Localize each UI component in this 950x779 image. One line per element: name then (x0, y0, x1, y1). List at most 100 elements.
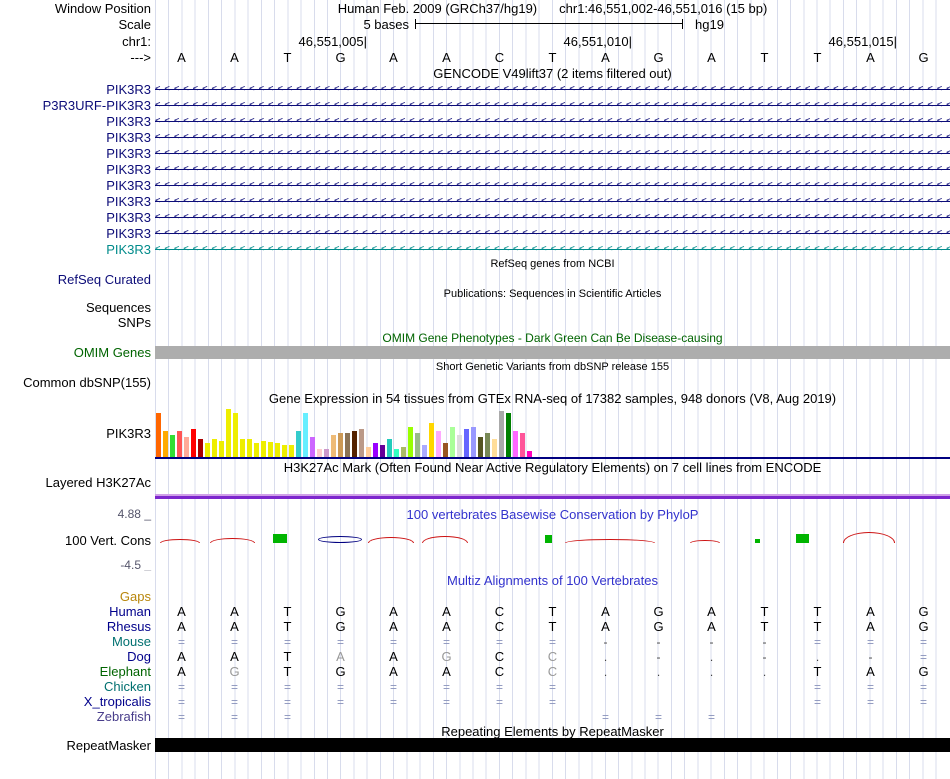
gtex-gene-label[interactable]: PIK3R3 (0, 407, 155, 459)
gene-label[interactable]: PIK3R3 (0, 113, 155, 129)
species-alignment-track[interactable]: AATGAACTAGATTAG (155, 604, 950, 619)
dbsnp-title[interactable]: Short Genetic Variants from dbSNP releas… (155, 360, 950, 374)
gene-label[interactable]: PIK3R3 (0, 161, 155, 177)
base-cell: C (547, 649, 558, 664)
snps-label[interactable]: SNPs (0, 315, 155, 330)
strand-arrows-left: <<<<<<<<<<<<<<<<<<<<<<<<<<<<<<<<<<<<<<<<… (155, 100, 950, 110)
base-cell: - (762, 649, 767, 664)
species-alignment-track[interactable]: A A T A A G C C. -. -. - = (155, 649, 950, 664)
gene-label[interactable]: PIK3R3 (0, 81, 155, 97)
gene-track[interactable]: <<<<<<<<<<<<<<<<<<<<<<<<<<<<<<<<<<<<<<<<… (155, 209, 950, 225)
base-cell: A (177, 619, 186, 634)
publications-title[interactable]: Publications: Sequences in Scientific Ar… (155, 287, 950, 300)
sequences-track[interactable] (155, 300, 950, 315)
h3k27ac-title[interactable]: H3K27Ac Mark (Often Found Near Active Re… (155, 459, 950, 475)
gene-label[interactable]: PIK3R3 (0, 225, 155, 241)
base-cell: A (230, 49, 239, 65)
omim-gene-bar[interactable] (155, 346, 950, 359)
base-cell: T (283, 619, 292, 634)
refseq-curated-track[interactable] (155, 271, 950, 287)
omim-genes-label[interactable]: OMIM Genes (0, 345, 155, 360)
gene-track[interactable]: <<<<<<<<<<<<<<<<<<<<<<<<<<<<<<<<<<<<<<<<… (155, 97, 950, 113)
base-cell: A (230, 619, 239, 634)
gene-track[interactable]: <<<<<<<<<<<<<<<<<<<<<<<<<<<<<<<<<<<<<<<<… (155, 193, 950, 209)
phylop-track[interactable] (155, 521, 950, 559)
refseq-title[interactable]: RefSeq genes from NCBI (155, 257, 950, 271)
row-repeatmasker-track: RepeatMasker (0, 738, 950, 753)
base-cell: G (335, 619, 346, 634)
species-alignment-track[interactable]: = = = = = = (155, 709, 950, 724)
gene-track[interactable]: <<<<<<<<<<<<<<<<<<<<<<<<<<<<<<<<<<<<<<<<… (155, 241, 950, 257)
base-cell: = (283, 694, 291, 709)
base-cell: A (177, 604, 186, 619)
gene-label[interactable]: PIK3R3 (0, 177, 155, 193)
multiz-species-row: Mouse = = = = = = = = - - - - = = = (0, 634, 950, 649)
species-alignment-track[interactable]: AATGAACTAGATTAG (155, 619, 950, 634)
base-cell: - (656, 634, 661, 649)
species-alignment-track[interactable]: = = = = = = = = = = = (155, 679, 950, 694)
species-alignment-track[interactable]: = = = = = = = = = = = (155, 694, 950, 709)
base-cell: A (866, 604, 875, 619)
gencode-title[interactable]: GENCODE V49lift37 (2 items filtered out) (155, 65, 950, 81)
species-alignment-track[interactable]: = = = = = = = = - - - - = = = (155, 634, 950, 649)
gene-track[interactable]: <<<<<<<<<<<<<<<<<<<<<<<<<<<<<<<<<<<<<<<<… (155, 81, 950, 97)
gene-label[interactable]: PIK3R3 (0, 145, 155, 161)
strand-arrows-left: <<<<<<<<<<<<<<<<<<<<<<<<<<<<<<<<<<<<<<<<… (155, 244, 950, 254)
gene-track[interactable]: <<<<<<<<<<<<<<<<<<<<<<<<<<<<<<<<<<<<<<<<… (155, 177, 950, 193)
base-cell: - (656, 649, 661, 664)
species-label[interactable]: Elephant (0, 664, 155, 679)
base-cell: = (813, 694, 821, 709)
species-label[interactable]: Human (0, 604, 155, 619)
gene-label[interactable]: PIK3R3 (0, 209, 155, 225)
base-cell: = (548, 679, 556, 694)
multiz-title[interactable]: Multiz Alignments of 100 Vertebrates (155, 571, 950, 589)
snps-track[interactable] (155, 315, 950, 330)
gene-label[interactable]: PIK3R3 (0, 193, 155, 209)
h3k27ac-track[interactable] (155, 475, 950, 507)
species-label[interactable]: Mouse (0, 634, 155, 649)
species-alignment-track[interactable]: A G T G A A C C.... T A G (155, 664, 950, 679)
gtex-track[interactable] (155, 407, 950, 459)
gtex-tissue-bar (226, 409, 231, 457)
species-alignment-track[interactable] (155, 589, 950, 604)
gene-track[interactable]: <<<<<<<<<<<<<<<<<<<<<<<<<<<<<<<<<<<<<<<<… (155, 113, 950, 129)
species-label[interactable]: X_tropicalis (0, 694, 155, 709)
strand-arrows-left: <<<<<<<<<<<<<<<<<<<<<<<<<<<<<<<<<<<<<<<<… (155, 196, 950, 206)
species-label[interactable]: Zebrafish (0, 709, 155, 724)
base-cell: T (548, 49, 557, 65)
gene-track[interactable]: <<<<<<<<<<<<<<<<<<<<<<<<<<<<<<<<<<<<<<<<… (155, 129, 950, 145)
h3k27ac-label[interactable]: Layered H3K27Ac (0, 475, 155, 507)
gene-label[interactable]: PIK3R3 (0, 129, 155, 145)
row-bases[interactable]: ---> A A T G A A C T A G A T T A G (0, 49, 950, 65)
row-window-position: Window Position Human Feb. 2009 (GRCh37/… (0, 0, 950, 16)
gene-label[interactable]: P3R3URF-PIK3R3 (0, 97, 155, 113)
repeatmasker-label[interactable]: RepeatMasker (0, 738, 155, 753)
dbsnp-label[interactable]: Common dbSNP(155) (0, 374, 155, 390)
base-cell: = (548, 634, 556, 649)
omim-title[interactable]: OMIM Gene Phenotypes - Dark Green Can Be… (155, 330, 950, 345)
gencode-gene-row: P3R3URF-PIK3R3 <<<<<<<<<<<<<<<<<<<<<<<<<<… (0, 97, 950, 113)
phylop-title[interactable]: 100 vertebrates Basewise Conservation by… (155, 507, 950, 522)
repeatmasker-title[interactable]: Repeating Elements by RepeatMasker (155, 724, 950, 739)
base-cell: = (336, 694, 344, 709)
gtex-tissue-bar (443, 443, 448, 457)
gene-track[interactable]: <<<<<<<<<<<<<<<<<<<<<<<<<<<<<<<<<<<<<<<<… (155, 161, 950, 177)
base-cell: . (762, 664, 767, 679)
gene-track[interactable]: <<<<<<<<<<<<<<<<<<<<<<<<<<<<<<<<<<<<<<<<… (155, 225, 950, 241)
gene-label[interactable]: PIK3R3 (0, 241, 155, 257)
species-label[interactable]: Chicken (0, 679, 155, 694)
repeatmasker-track[interactable] (155, 738, 950, 753)
refseq-curated-label[interactable]: RefSeq Curated (0, 271, 155, 287)
sequences-label[interactable]: Sequences (0, 300, 155, 315)
species-label[interactable]: Gaps (0, 589, 155, 604)
species-label[interactable]: Rhesus (0, 619, 155, 634)
dbsnp-track[interactable] (155, 374, 950, 390)
omim-track[interactable] (155, 345, 950, 360)
gene-track[interactable]: <<<<<<<<<<<<<<<<<<<<<<<<<<<<<<<<<<<<<<<<… (155, 145, 950, 161)
species-label[interactable]: Dog (0, 649, 155, 664)
gtex-title[interactable]: Gene Expression in 54 tissues from GTEx … (155, 390, 950, 407)
base-cell: A (601, 619, 610, 634)
row-repeatmasker-title: Repeating Elements by RepeatMasker (0, 724, 950, 739)
base-cell: G (335, 604, 346, 619)
phylop-label[interactable]: 100 Vert. Cons (0, 521, 155, 559)
